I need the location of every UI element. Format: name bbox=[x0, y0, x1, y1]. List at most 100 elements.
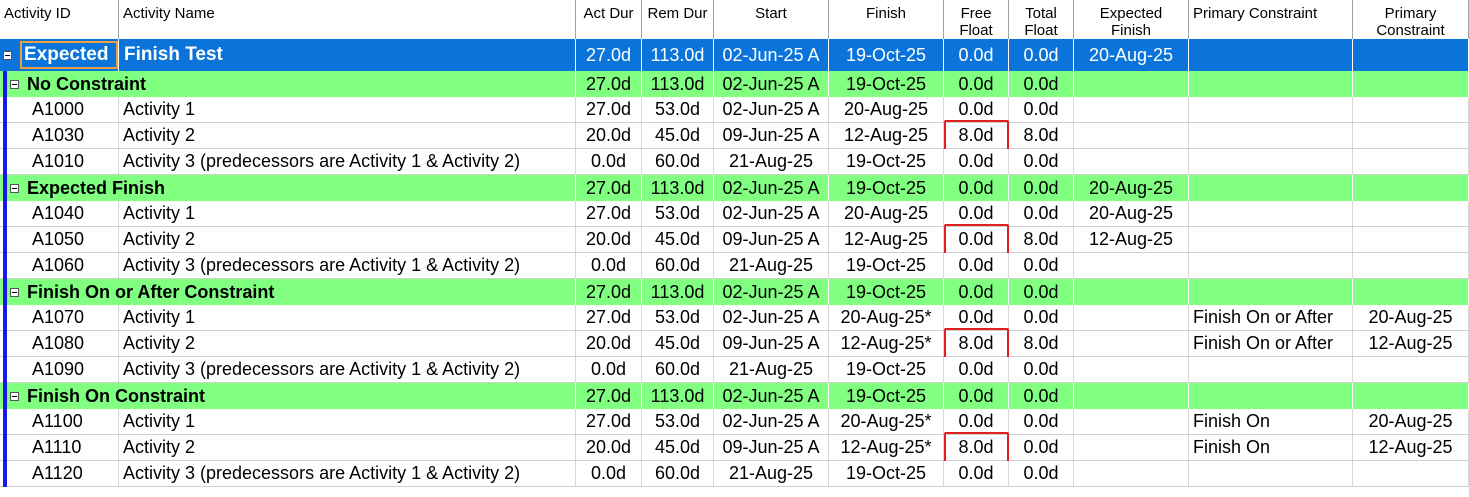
project-start: 02-Jun-25 A bbox=[714, 39, 829, 71]
table-row[interactable]: A1060 Activity 3 (predecessors are Activi… bbox=[0, 253, 1469, 279]
col-header-free-float[interactable]: Free Float bbox=[944, 0, 1009, 39]
act-dur-cell: 27.0d bbox=[576, 71, 642, 97]
primary-constraint-cell: Finish On or After bbox=[1189, 305, 1353, 330]
col-header-activity-id[interactable]: Activity ID bbox=[0, 0, 119, 39]
project-finish: 19-Oct-25 bbox=[829, 39, 944, 71]
col-header-primary-constraint[interactable]: Primary Constraint bbox=[1189, 0, 1353, 39]
collapse-toggle-icon[interactable] bbox=[10, 184, 19, 193]
collapse-toggle-icon[interactable] bbox=[10, 288, 19, 297]
wbs-name: Finish On Constraint bbox=[27, 383, 576, 409]
rem-dur-cell: 45.0d bbox=[642, 331, 714, 356]
start-cell: 02-Jun-25 A bbox=[714, 201, 829, 226]
activity-id: A1010 bbox=[10, 149, 119, 174]
total-float-cell: 0.0d bbox=[1009, 305, 1074, 330]
col-header-act-dur[interactable]: Act Dur bbox=[576, 0, 642, 39]
act-dur-cell: 27.0d bbox=[576, 409, 642, 434]
expected-finish-cell bbox=[1074, 409, 1189, 434]
wbs-indent-bar bbox=[3, 71, 7, 487]
table-row[interactable]: A1010 Activity 3 (predecessors are Activi… bbox=[0, 149, 1469, 175]
act-dur-cell: 20.0d bbox=[576, 123, 642, 148]
free-float-highlight-box bbox=[944, 328, 1009, 360]
project-row[interactable]: Expected Finish Test 27.0d 113.0d 02-Jun… bbox=[0, 39, 1469, 71]
act-dur-cell: 20.0d bbox=[576, 227, 642, 252]
act-dur-cell: 20.0d bbox=[576, 331, 642, 356]
expected-finish-cell bbox=[1074, 383, 1189, 409]
rem-dur-cell: 60.0d bbox=[642, 149, 714, 174]
table-row[interactable]: A1090 Activity 3 (predecessors are Activi… bbox=[0, 357, 1469, 383]
wbs-row[interactable]: Finish On or After Constraint 27.0d 113.0d… bbox=[0, 279, 1469, 305]
start-cell: 09-Jun-25 A bbox=[714, 435, 829, 460]
expected-finish-cell: 20-Aug-25 bbox=[1074, 201, 1189, 226]
start-cell: 02-Jun-25 A bbox=[714, 383, 829, 409]
primary-constraint-date-cell bbox=[1353, 383, 1469, 409]
expected-finish-cell bbox=[1074, 435, 1189, 460]
activity-name: Activity 3 (predecessors are Activity 1 … bbox=[119, 149, 576, 174]
table-row[interactable]: A1050 Activity 2 20.0d 45.0d 09-Jun-25 A 12-A… bbox=[0, 224, 1469, 256]
expected-finish-cell bbox=[1074, 305, 1189, 330]
rem-dur-cell: 53.0d bbox=[642, 409, 714, 434]
col-header-expected-finish[interactable]: Expected Finish bbox=[1074, 0, 1189, 39]
finish-cell: 12-Aug-25 bbox=[829, 227, 944, 252]
rem-dur-cell: 53.0d bbox=[642, 201, 714, 226]
total-float-cell: 0.0d bbox=[1009, 253, 1074, 278]
primary-constraint-date-cell bbox=[1353, 201, 1469, 226]
activity-name: Activity 2 bbox=[119, 123, 576, 148]
finish-cell: 12-Aug-25* bbox=[829, 331, 944, 356]
total-float-cell: 8.0d bbox=[1009, 123, 1074, 148]
primary-constraint-date-cell bbox=[1353, 123, 1469, 148]
primary-constraint-cell bbox=[1189, 175, 1353, 201]
start-cell: 21-Aug-25 bbox=[714, 149, 829, 174]
table-row[interactable]: A1100 Activity 1 27.0d 53.0d 02-Jun-25 A 20-A… bbox=[0, 409, 1469, 435]
finish-cell: 19-Oct-25 bbox=[829, 461, 944, 486]
expected-finish-cell bbox=[1074, 331, 1189, 356]
col-header-start[interactable]: Start bbox=[714, 0, 829, 39]
project-rem-dur: 113.0d bbox=[642, 39, 714, 71]
start-cell: 02-Jun-25 A bbox=[714, 305, 829, 330]
act-dur-cell: 27.0d bbox=[576, 97, 642, 122]
col-header-primary-constraint-date[interactable]: Primary Constraint bbox=[1353, 0, 1469, 39]
wbs-row[interactable]: Finish On Constraint 27.0d 113.0d 02-Jun-25… bbox=[0, 383, 1469, 409]
table-row[interactable]: A1070 Activity 1 27.0d 53.0d 02-Jun-25 A 20-A… bbox=[0, 305, 1469, 331]
table-row[interactable]: A1110 Activity 2 20.0d 45.0d 09-Jun-25 A 12-A… bbox=[0, 432, 1469, 464]
total-float-cell: 0.0d bbox=[1009, 435, 1074, 460]
collapse-toggle-icon[interactable] bbox=[10, 392, 19, 401]
activity-name: Activity 2 bbox=[119, 227, 576, 252]
primary-constraint-cell: Finish On bbox=[1189, 409, 1353, 434]
finish-cell: 20-Aug-25 bbox=[829, 201, 944, 226]
primary-constraint-date-cell bbox=[1353, 71, 1469, 97]
expected-finish-cell bbox=[1074, 97, 1189, 122]
col-header-total-float[interactable]: Total Float bbox=[1009, 0, 1074, 39]
table-row[interactable]: A1000 Activity 1 27.0d 53.0d 02-Jun-25 A 20-A… bbox=[0, 97, 1469, 123]
table-row[interactable]: A1030 Activity 2 20.0d 45.0d 09-Jun-25 A 12-A… bbox=[0, 120, 1469, 152]
col-header-activity-name[interactable]: Activity Name bbox=[119, 0, 576, 39]
activity-id: A1100 bbox=[10, 409, 119, 434]
finish-cell: 12-Aug-25 bbox=[829, 123, 944, 148]
wbs-row[interactable]: Expected Finish 27.0d 113.0d 02-Jun-25 A 19-… bbox=[0, 175, 1469, 201]
wbs-name: Finish On or After Constraint bbox=[27, 279, 576, 305]
table-row[interactable]: A1080 Activity 2 20.0d 45.0d 09-Jun-25 A 12-A… bbox=[0, 328, 1469, 360]
activity-table: Activity ID Activity Name Act Dur Rem Du… bbox=[0, 0, 1469, 497]
wbs-row[interactable]: No Constraint 27.0d 113.0d 02-Jun-25 A 19-Oc… bbox=[0, 71, 1469, 97]
primary-constraint-date-cell bbox=[1353, 461, 1469, 486]
primary-constraint-cell: Finish On or After bbox=[1189, 331, 1353, 356]
primary-constraint-date-cell bbox=[1353, 175, 1469, 201]
rem-dur-cell: 53.0d bbox=[642, 305, 714, 330]
col-header-rem-dur[interactable]: Rem Dur bbox=[642, 0, 714, 39]
activity-id: A1070 bbox=[10, 305, 119, 330]
expected-finish-cell bbox=[1074, 149, 1189, 174]
activity-id: A1090 bbox=[10, 357, 119, 382]
collapse-toggle-icon[interactable] bbox=[10, 80, 19, 89]
project-free-float: 0.0d bbox=[944, 39, 1009, 71]
rem-dur-cell: 60.0d bbox=[642, 461, 714, 486]
activity-name: Activity 2 bbox=[119, 331, 576, 356]
primary-constraint-cell bbox=[1189, 201, 1353, 226]
table-row[interactable]: A1120 Activity 3 (predecessors are Activi… bbox=[0, 461, 1469, 487]
collapse-toggle-icon[interactable] bbox=[3, 51, 12, 60]
free-float-cell: 0.0d bbox=[944, 71, 1009, 97]
col-header-finish[interactable]: Finish bbox=[829, 0, 944, 39]
free-float-cell: 0.0d bbox=[944, 149, 1009, 174]
project-name: Finish Test bbox=[119, 39, 576, 71]
primary-constraint-date-cell bbox=[1353, 97, 1469, 122]
table-row[interactable]: A1040 Activity 1 27.0d 53.0d 02-Jun-25 A 20-A… bbox=[0, 201, 1469, 227]
free-float-cell: 0.0d bbox=[944, 357, 1009, 382]
